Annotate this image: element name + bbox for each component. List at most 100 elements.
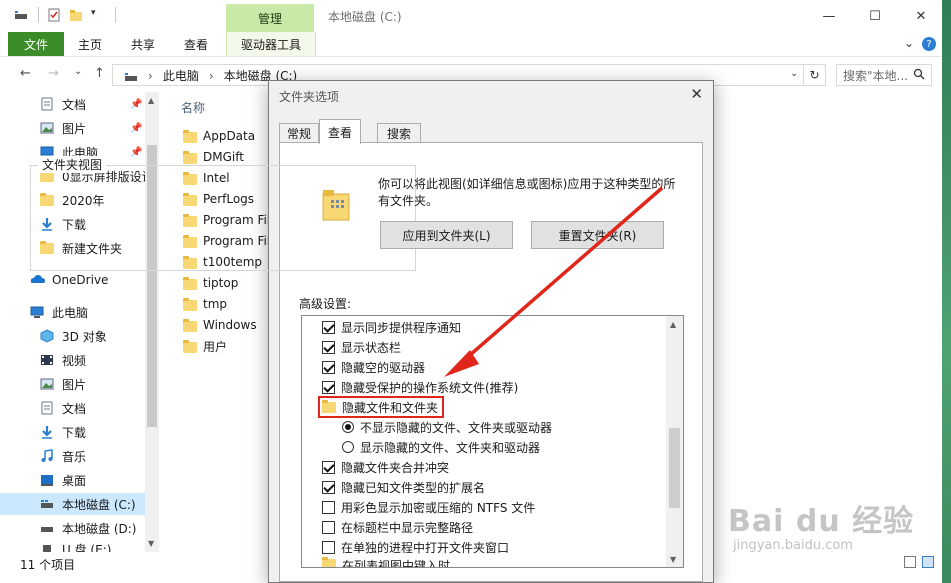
list-item[interactable]: AppData	[183, 126, 269, 146]
drive-icon	[124, 70, 138, 82]
nav-item-pictures[interactable]: 图片	[0, 117, 145, 139]
tab-home[interactable]: 主页	[68, 32, 112, 56]
customize-toolbar-icon[interactable]: ▾	[91, 8, 105, 22]
nav-item-pictures[interactable]: 图片	[0, 373, 145, 395]
nav-item-desktop[interactable]: 桌面	[0, 469, 145, 491]
forward-arrow-icon[interactable]: →	[48, 66, 59, 81]
checkbox[interactable]	[322, 460, 335, 474]
help-icon[interactable]: ?	[922, 37, 936, 51]
highlight-box	[318, 396, 444, 418]
nav-item-drive-d[interactable]: 本地磁盘 (D:)	[0, 517, 145, 539]
maximize-button[interactable]: ☐	[852, 4, 898, 28]
list-item[interactable]: tiptop	[183, 273, 269, 293]
checkbox[interactable]	[322, 360, 335, 374]
checkbox[interactable]	[322, 320, 335, 334]
column-header-name[interactable]: 名称	[181, 99, 205, 116]
pin-icon[interactable]: 📌	[130, 147, 142, 158]
recent-locations-icon[interactable]: ⌄	[74, 66, 82, 77]
music-icon	[40, 449, 56, 463]
new-folder-icon[interactable]	[69, 8, 83, 22]
scroll-up-icon[interactable]: ▲	[670, 320, 676, 329]
setting-hide-merge-conflicts[interactable]: 隐藏文件夹合并冲突	[322, 457, 449, 477]
list-item[interactable]: Windows	[183, 315, 269, 335]
list-item[interactable]: 用户	[183, 336, 269, 356]
tab-general[interactable]: 常规	[279, 123, 319, 143]
nav-item-label: 此电脑	[52, 305, 89, 320]
checkbox[interactable]	[322, 520, 335, 534]
checkbox[interactable]	[322, 480, 335, 494]
manage-context-tab[interactable]: 管理	[226, 4, 314, 32]
tab-drive-tools[interactable]: 驱动器工具	[226, 32, 316, 56]
nav-item-documents[interactable]: 文档	[0, 93, 145, 115]
properties-icon[interactable]	[47, 8, 61, 22]
pin-icon[interactable]: 📌	[130, 123, 142, 134]
breadcrumb-this-pc[interactable]: 此电脑	[163, 67, 199, 84]
computer-icon	[30, 305, 46, 319]
drive-icon[interactable]	[14, 8, 28, 22]
nav-item-videos[interactable]: 视频	[0, 349, 145, 371]
scroll-down-icon[interactable]: ▼	[670, 555, 676, 564]
pictures-icon	[40, 377, 56, 391]
setting-hide-extensions[interactable]: 隐藏已知文件类型的扩展名	[322, 477, 485, 497]
tab-search[interactable]: 搜索	[377, 123, 421, 143]
reset-folders-button[interactable]: 重置文件夹(R)	[531, 221, 664, 249]
apply-to-folders-button[interactable]: 应用到文件夹(L)	[380, 221, 513, 249]
refresh-button[interactable]: ↻	[804, 64, 826, 86]
dialog-close-button[interactable]: ✕	[690, 85, 703, 103]
chevron-down-icon[interactable]: ⌄	[904, 36, 914, 50]
up-arrow-icon[interactable]: ↑	[94, 66, 105, 81]
close-button[interactable]: ✕	[898, 4, 944, 28]
minimize-button[interactable]: —	[806, 4, 852, 28]
setting-sync-notifications[interactable]: 显示同步提供程序通知	[322, 317, 461, 337]
setting-dont-show-hidden[interactable]: 不显示隐藏的文件、文件夹或驱动器	[342, 417, 552, 437]
list-item[interactable]: tmp	[183, 294, 269, 314]
folder-view-icon	[322, 188, 350, 222]
list-item[interactable]: DMGift	[183, 147, 269, 167]
back-arrow-icon[interactable]: ←	[20, 66, 31, 81]
setting-label: 用彩色显示加密或压缩的 NTFS 文件	[341, 500, 536, 515]
setting-show-hidden[interactable]: 显示隐藏的文件、文件夹和驱动器	[342, 437, 540, 457]
watermark-logo: Bai du 经验	[728, 504, 915, 539]
radio-button[interactable]	[342, 441, 354, 453]
tab-share[interactable]: 共享	[121, 32, 165, 56]
details-view-icon[interactable]	[904, 556, 916, 568]
breadcrumb-separator-icon[interactable]: ›	[209, 69, 214, 83]
nav-item-usb-drive[interactable]: U 盘 (E:)	[0, 541, 145, 552]
nav-item-onedrive[interactable]: OneDrive	[0, 269, 145, 291]
settings-scrollbar-thumb[interactable]	[669, 428, 680, 508]
nav-item-documents[interactable]: 文档	[0, 397, 145, 419]
tab-view[interactable]: 查看	[319, 119, 361, 144]
toolbar-divider	[38, 7, 39, 23]
setting-label: 在单独的进程中打开文件夹窗口	[341, 540, 510, 555]
checkbox[interactable]	[322, 540, 335, 554]
setting-label: 不显示隐藏的文件、文件夹或驱动器	[360, 420, 553, 435]
radio-button[interactable]	[342, 421, 354, 433]
address-dropdown-icon[interactable]: ⌄	[790, 68, 798, 79]
nav-item-downloads[interactable]: 下载	[0, 421, 145, 443]
pin-icon[interactable]: 📌	[130, 99, 142, 110]
checkbox[interactable]	[322, 380, 335, 394]
nav-item-this-pc[interactable]: 此电脑	[0, 301, 145, 323]
nav-item-music[interactable]: 音乐	[0, 445, 145, 467]
file-name: tmp	[203, 297, 228, 311]
setting-status-bar[interactable]: 显示状态栏	[322, 337, 401, 357]
setting-separate-process[interactable]: 在单独的进程中打开文件夹窗口	[322, 537, 509, 557]
setting-label: 显示同步提供程序通知	[341, 320, 462, 335]
setting-hide-protected-os-files[interactable]: 隐藏受保护的操作系统文件(推荐)	[322, 377, 518, 397]
checkbox[interactable]	[322, 340, 335, 354]
nav-item-drive-c[interactable]: 本地磁盘 (C:)	[0, 493, 145, 515]
search-input[interactable]: 搜索"本地...	[836, 64, 932, 86]
setting-color-ntfs[interactable]: 用彩色显示加密或压缩的 NTFS 文件	[322, 497, 535, 517]
breadcrumb-separator-icon[interactable]: ›	[148, 69, 153, 83]
checkbox[interactable]	[322, 500, 335, 514]
scroll-up-icon[interactable]: ▲	[148, 96, 154, 105]
tab-file[interactable]: 文件	[8, 32, 64, 56]
setting-hide-empty-drives[interactable]: 隐藏空的驱动器	[322, 357, 425, 377]
tab-view[interactable]: 查看	[174, 32, 218, 56]
setting-label: 在标题栏中显示完整路径	[341, 520, 474, 535]
scroll-down-icon[interactable]: ▼	[148, 539, 154, 548]
nav-item-3d-objects[interactable]: 3D 对象	[0, 325, 145, 347]
large-icons-view-icon[interactable]	[922, 556, 934, 568]
video-icon	[40, 353, 56, 367]
setting-full-path-title[interactable]: 在标题栏中显示完整路径	[322, 517, 473, 537]
